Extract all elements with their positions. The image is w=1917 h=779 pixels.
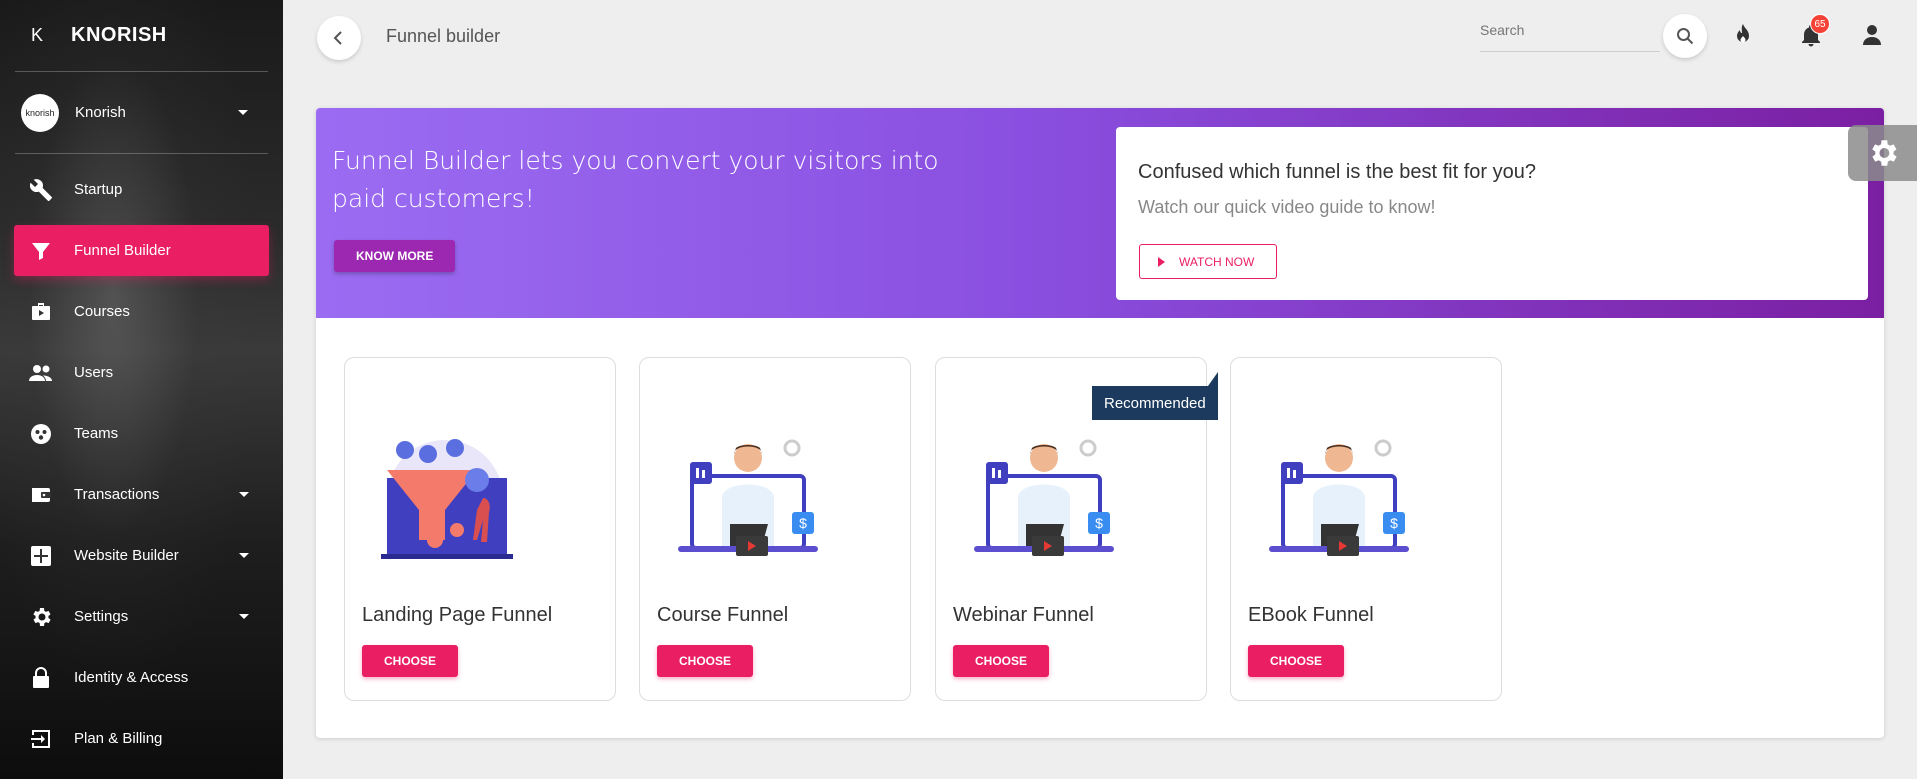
- sidebar-item-label: Website Builder: [74, 547, 179, 564]
- funnel-name: Landing Page Funnel: [362, 604, 553, 626]
- sidebar-item-label: Teams: [74, 425, 119, 442]
- avatar: knorish: [21, 93, 59, 132]
- teams-icon: [28, 421, 54, 447]
- chevron-down-icon: [239, 614, 249, 619]
- gear-icon: [28, 604, 54, 630]
- ebook-funnel-illustration: $: [1269, 439, 1409, 556]
- sidebar-item-funnel-builder[interactable]: Funnel Builder: [14, 225, 269, 276]
- choose-webinar-button[interactable]: CHOOSE: [953, 645, 1050, 677]
- sidebar-item-label: Courses: [74, 303, 130, 320]
- profile-button[interactable]: [1857, 20, 1887, 50]
- notifications-button[interactable]: 65: [1796, 14, 1830, 50]
- sidebar-item-label: Users: [74, 364, 114, 381]
- puzzle-icon: [28, 543, 54, 569]
- sidebar-item-plan-billing[interactable]: Plan & Billing: [14, 713, 269, 764]
- banner-headline: Funnel Builder lets you convert your vis…: [332, 146, 939, 213]
- page-title: Funnel builder: [386, 26, 501, 46]
- video-guide-box: Confused which funnel is the best fit fo…: [1116, 127, 1868, 300]
- back-button[interactable]: [317, 16, 361, 60]
- user-icon: [1863, 25, 1881, 45]
- sidebar-item-label: Plan & Billing: [74, 730, 163, 747]
- sidebar-item-label: Identity & Access: [74, 669, 189, 686]
- sidebar: K KNORISH knorish Knorish Startup Funnel…: [0, 0, 283, 779]
- notification-badge: 65: [1810, 14, 1830, 34]
- search-field: [1480, 22, 1660, 52]
- funnel-card-course: $ Course Funnel CHOOSE: [639, 357, 911, 701]
- brand-mini-logo: K: [31, 25, 44, 45]
- sidebar-item-label: Transactions: [74, 486, 160, 503]
- chevron-down-icon: [238, 110, 248, 115]
- users-icon: [28, 360, 54, 386]
- choose-landing-page-button[interactable]: CHOOSE: [362, 645, 459, 677]
- video-guide-title: Confused which funnel is the best fit fo…: [1138, 161, 1537, 183]
- watch-now-label: WATCH NOW: [1179, 254, 1255, 269]
- settings-panel-toggle[interactable]: [1848, 125, 1917, 181]
- chevron-down-icon: [239, 492, 249, 497]
- flame-icon: [1737, 24, 1749, 43]
- wrench-icon: [28, 177, 54, 203]
- search-input[interactable]: [1480, 22, 1660, 38]
- sidebar-item-label: Settings: [74, 608, 129, 625]
- recommended-badge: Recommended: [1092, 372, 1218, 420]
- sidebar-item-teams[interactable]: Teams: [14, 408, 269, 459]
- svg-text:$: $: [1095, 515, 1103, 531]
- choose-ebook-button[interactable]: CHOOSE: [1248, 645, 1345, 677]
- sidebar-item-label: Funnel Builder: [74, 242, 171, 259]
- funnel-card-ebook: $ EBook Funnel CHOOSE: [1230, 357, 1502, 701]
- flame-button[interactable]: [1728, 20, 1758, 50]
- promo-banner: Funnel Builder lets you convert your vis…: [316, 108, 1884, 318]
- user-name: Knorish: [75, 104, 126, 121]
- chevron-down-icon: [239, 553, 249, 558]
- sidebar-item-courses[interactable]: Courses: [14, 286, 269, 337]
- know-more-button[interactable]: KNOW MORE: [334, 240, 456, 272]
- funnel-name: Webinar Funnel: [953, 604, 1094, 626]
- search-button[interactable]: [1663, 14, 1707, 58]
- lock-icon: [28, 665, 54, 691]
- svg-text:$: $: [799, 515, 807, 531]
- sidebar-item-website-builder[interactable]: Website Builder: [14, 530, 269, 581]
- webinar-funnel-illustration: $: [974, 439, 1114, 556]
- wallet-icon: [28, 482, 54, 508]
- play-icon: [1158, 256, 1165, 267]
- search-icon: [1677, 28, 1694, 45]
- landing-page-funnel-illustration: [381, 439, 513, 559]
- chevron-left-icon: [333, 31, 342, 45]
- funnel-name: EBook Funnel: [1248, 604, 1374, 626]
- sidebar-item-label: Startup: [74, 181, 123, 198]
- watch-now-button[interactable]: WATCH NOW: [1139, 244, 1278, 279]
- sidebar-brand[interactable]: K KNORISH: [15, 0, 268, 72]
- sidebar-item-settings[interactable]: Settings: [14, 591, 269, 642]
- choose-course-button[interactable]: CHOOSE: [657, 645, 754, 677]
- sidebar-item-transactions[interactable]: Transactions: [14, 469, 269, 520]
- brand-name: KNORISH: [71, 24, 167, 46]
- sidebar-item-identity-access[interactable]: Identity & Access: [14, 652, 269, 703]
- video-guide-subtitle: Watch our quick video guide to know!: [1138, 197, 1436, 217]
- sidebar-item-startup[interactable]: Startup: [14, 164, 269, 215]
- exit-icon: [28, 726, 54, 752]
- sidebar-nav: Startup Funnel Builder Courses Users Tea…: [0, 164, 283, 764]
- funnel-name: Course Funnel: [657, 604, 789, 626]
- user-menu[interactable]: knorish Knorish: [15, 72, 268, 154]
- course-funnel-illustration: $: [678, 439, 818, 556]
- gear-icon: [1871, 140, 1897, 166]
- sidebar-item-users[interactable]: Users: [14, 347, 269, 398]
- funnel-card-landing-page: Landing Page Funnel CHOOSE: [344, 357, 616, 701]
- avatar-label: knorish: [25, 107, 55, 118]
- funnel-icon: [28, 238, 54, 264]
- briefcase-play-icon: [28, 299, 54, 325]
- svg-text:$: $: [1390, 515, 1398, 531]
